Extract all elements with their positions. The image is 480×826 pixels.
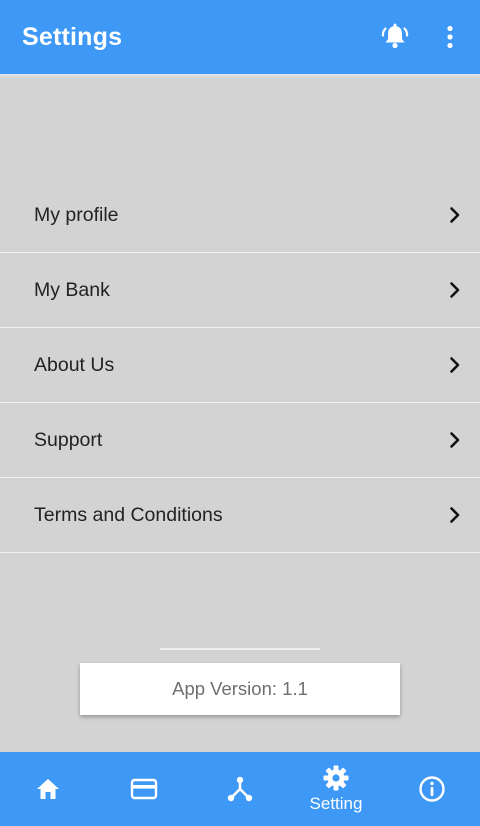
network-icon: [226, 775, 254, 803]
menu-item-label: My profile: [34, 203, 119, 226]
bell-icon[interactable]: [380, 22, 410, 52]
chevron-right-icon: [448, 206, 462, 224]
divider: [160, 648, 320, 650]
chevron-right-icon: [448, 281, 462, 299]
menu-item-terms-and-conditions[interactable]: Terms and Conditions: [0, 478, 480, 553]
menu-item-label: Terms and Conditions: [34, 503, 223, 526]
chevron-right-icon: [448, 356, 462, 374]
chevron-right-icon: [448, 431, 462, 449]
app-bar-shadow: [0, 74, 480, 78]
nav-item-info[interactable]: [384, 752, 480, 826]
info-icon: [418, 775, 446, 803]
settings-menu: My profile My Bank About Us Support Term…: [0, 178, 480, 553]
more-vert-icon[interactable]: [440, 24, 460, 50]
app-version-card: App Version: 1.1: [80, 663, 400, 715]
menu-item-my-profile[interactable]: My profile: [0, 178, 480, 253]
card-icon: [130, 775, 158, 803]
app-version-text: App Version: 1.1: [172, 678, 308, 699]
menu-item-label: My Bank: [34, 278, 110, 301]
nav-item-home[interactable]: [0, 752, 96, 826]
gear-icon: [322, 764, 350, 792]
chevron-right-icon: [448, 506, 462, 524]
menu-item-about-us[interactable]: About Us: [0, 328, 480, 403]
home-icon: [34, 775, 62, 803]
nav-item-network[interactable]: [192, 752, 288, 826]
menu-item-label: Support: [34, 428, 103, 451]
nav-item-label: Setting: [309, 794, 363, 813]
nav-item-card[interactable]: [96, 752, 192, 826]
menu-item-my-bank[interactable]: My Bank: [0, 253, 480, 328]
nav-item-setting[interactable]: Setting: [288, 752, 384, 826]
menu-item-label: About Us: [34, 353, 115, 376]
bottom-navigation: Setting: [0, 752, 480, 826]
menu-item-support[interactable]: Support: [0, 403, 480, 478]
